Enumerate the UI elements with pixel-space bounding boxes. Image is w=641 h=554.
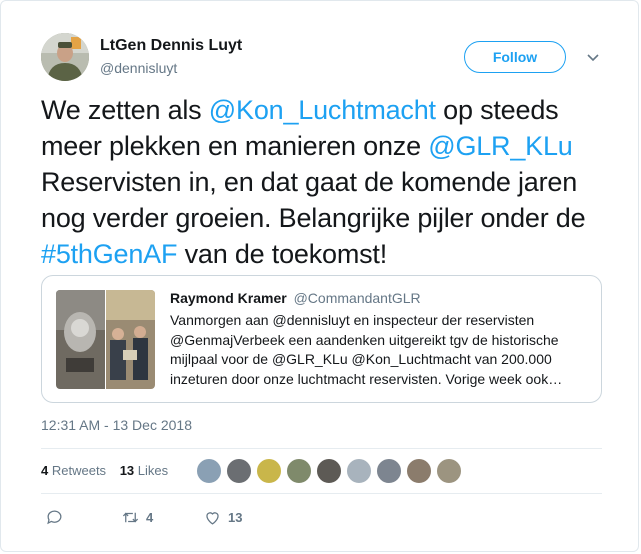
reply-icon (47, 509, 62, 524)
tweet-text-part: Reservisten in, en dat gaat de komende j… (41, 167, 586, 233)
quoted-tweet-image[interactable] (56, 290, 155, 389)
author-name[interactable]: LtGen Dennis Luyt (100, 37, 242, 55)
tweet-timestamp[interactable]: 12:31 AM - 13 Dec 2018 (41, 417, 192, 433)
author-avatar[interactable] (41, 33, 89, 81)
likes-count: 13 (119, 463, 135, 478)
tweet-card: LtGen Dennis Luyt @dennisluyt Follow We … (0, 0, 639, 552)
like-count: 13 (228, 509, 243, 525)
tweet-stats: 4 Retweets 13 Likes (41, 463, 178, 478)
mention-link[interactable]: @Kon_Luchtmacht (209, 95, 436, 125)
tweet-text-part: van de toekomst! (177, 239, 388, 269)
liker-avatar[interactable] (196, 458, 222, 484)
liker-avatar[interactable] (436, 458, 462, 484)
reply-button[interactable] (45, 505, 64, 529)
divider (41, 493, 602, 494)
like-button[interactable]: 13 (203, 505, 242, 529)
author-handle[interactable]: @dennisluyt (100, 60, 177, 76)
likes-label: Likes (137, 463, 169, 478)
quoted-tweet[interactable]: Raymond Kramer @CommandantGLR Vanmorgen … (41, 275, 602, 403)
retweets-stat[interactable]: 4 Retweets (41, 463, 106, 478)
liker-avatar[interactable] (376, 458, 402, 484)
retweet-count: 4 (146, 509, 154, 525)
retweet-icon (122, 512, 139, 522)
liker-avatar[interactable] (316, 458, 342, 484)
heart-icon (206, 511, 219, 525)
tweet-text: We zetten als @Kon_Luchtmacht op steeds … (41, 92, 611, 272)
liker-avatar[interactable] (286, 458, 312, 484)
mention-link[interactable]: @GLR_KLu (428, 131, 573, 161)
retweets-count: 4 (41, 463, 49, 478)
tweet-text-part: We zetten als (41, 95, 209, 125)
liker-avatar[interactable] (406, 458, 432, 484)
divider (41, 448, 602, 449)
quoted-author-handle[interactable]: @CommandantGLR (294, 290, 421, 306)
quoted-tweet-text: Vanmorgen aan @dennisluyt en inspecteur … (170, 312, 563, 387)
likes-stat[interactable]: 13 Likes (120, 463, 168, 478)
follow-button[interactable]: Follow (464, 41, 566, 73)
quoted-tweet-author[interactable]: Raymond Kramer @CommandantGLR (170, 290, 421, 306)
liker-avatar[interactable] (256, 458, 282, 484)
hashtag-link[interactable]: #5thGenAF (41, 239, 177, 269)
chevron-down-icon[interactable] (586, 51, 600, 65)
quoted-author-name[interactable]: Raymond Kramer (170, 290, 287, 306)
liker-avatar[interactable] (226, 458, 252, 484)
liker-avatar[interactable] (346, 458, 372, 484)
retweet-button[interactable]: 4 (121, 505, 153, 529)
retweets-label: Retweets (51, 463, 107, 478)
